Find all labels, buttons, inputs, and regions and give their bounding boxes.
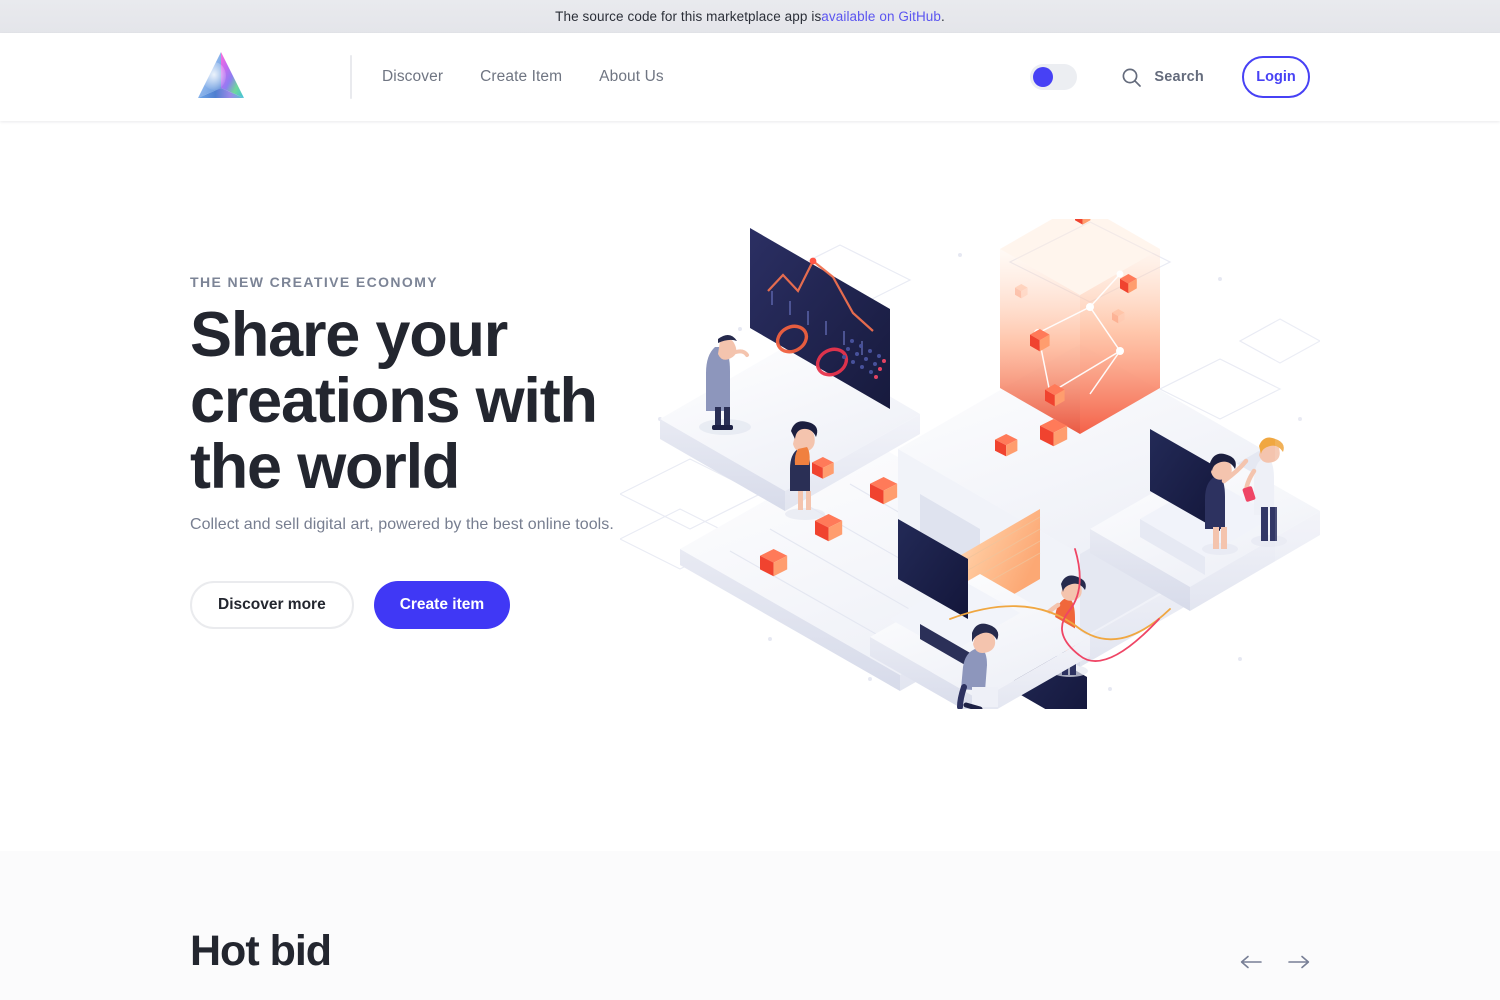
carousel-prev-button[interactable] — [1240, 951, 1262, 973]
discover-more-button[interactable]: Discover more — [190, 581, 354, 629]
carousel-navigation — [1240, 951, 1310, 973]
search-label: Search — [1154, 69, 1204, 85]
theme-toggle[interactable] — [1030, 64, 1078, 90]
banner-text-end: . — [941, 9, 945, 24]
create-item-button[interactable]: Create item — [373, 581, 511, 629]
nav-link-discover[interactable]: Discover — [382, 68, 443, 86]
search-button[interactable]: Search — [1121, 67, 1204, 88]
search-icon — [1122, 68, 1142, 87]
navbar-right-group: Search Login — [1030, 56, 1310, 98]
logo-link[interactable] — [190, 48, 252, 106]
github-link[interactable]: available on GitHub — [821, 9, 941, 24]
main-navbar: Discover Create Item About Us Search Log… — [0, 33, 1500, 121]
navbar-left-group: Discover Create Item About Us — [190, 48, 664, 106]
nav-link-create-item[interactable]: Create Item — [480, 68, 562, 86]
theme-toggle-knob — [1033, 67, 1054, 87]
carousel-next-button[interactable] — [1288, 951, 1310, 973]
hero-section: THE NEW CREATIVE ECONOMY Share your crea… — [0, 121, 1500, 851]
nav-link-about-us[interactable]: About Us — [599, 68, 664, 86]
hero-title: Share your creations with the world — [190, 300, 598, 502]
login-button[interactable]: Login — [1242, 56, 1310, 98]
hero-cta-group: Discover more Create item — [190, 581, 511, 629]
hero-subtitle: Collect and sell digital art, powered by… — [190, 516, 614, 533]
hot-bid-section: Hot bid — [0, 851, 1500, 1000]
arrow-right-icon — [1288, 955, 1310, 969]
navbar-divider — [350, 55, 352, 99]
light-beam — [1000, 219, 1160, 434]
hot-bid-title: Hot bid — [190, 927, 332, 975]
prism-logo-icon — [198, 52, 244, 98]
source-code-banner: The source code for this marketplace app… — [0, 0, 1500, 33]
navbar-links: Discover Create Item About Us — [382, 68, 664, 86]
hero-illustration — [620, 219, 1320, 709]
banner-text: The source code for this marketplace app… — [555, 9, 822, 24]
arrow-left-icon — [1240, 955, 1262, 969]
hero-kicker: THE NEW CREATIVE ECONOMY — [190, 274, 439, 290]
